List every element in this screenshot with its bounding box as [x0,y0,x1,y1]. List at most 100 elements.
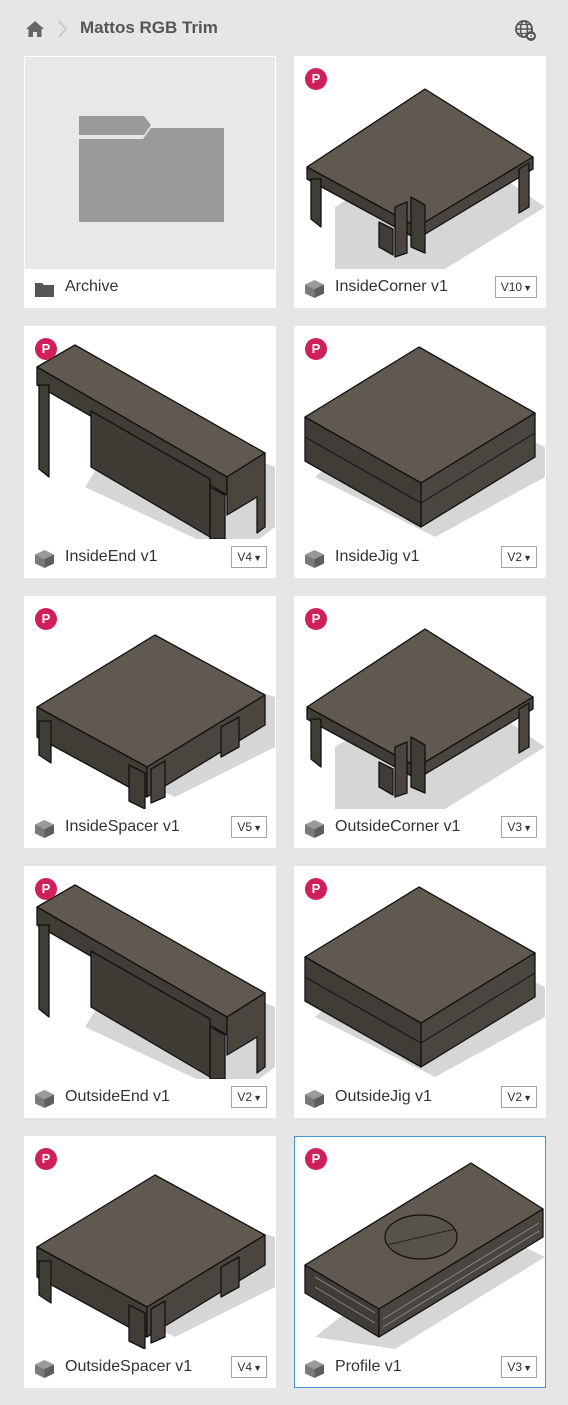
model-render [36,344,275,539]
design-cube-icon [305,820,324,838]
profile-badge: P [35,608,57,630]
design-cube-icon [305,1360,324,1378]
dropdown-arrow-icon: ▼ [253,823,262,833]
card-footer: OutsideCorner v1 V3▼ [295,809,545,847]
version-dropdown[interactable]: V3▼ [501,816,537,838]
version-label: V2 [507,1090,523,1104]
design-card-3[interactable]: P InsideJig v1 V2▼ [294,326,546,578]
version-dropdown[interactable]: V2▼ [501,1086,537,1108]
version-dropdown[interactable]: V4▼ [231,1356,267,1378]
card-footer: InsideEnd v1 V4▼ [25,539,275,577]
home-icon[interactable] [25,20,45,38]
version-dropdown[interactable]: V2▼ [501,546,537,568]
version-label: V10 [500,280,523,294]
dropdown-arrow-icon: ▼ [253,1363,262,1373]
model-thumbnail [25,597,275,809]
dropdown-arrow-icon: ▼ [523,1093,532,1103]
model-render [304,346,545,537]
version-label: V3 [507,1360,523,1374]
card-name: OutsideJig v1 [335,1088,432,1105]
card-name: Archive [65,278,119,295]
model-render [36,634,275,809]
page-title: Mattos RGB Trim [80,18,218,37]
version-dropdown[interactable]: V5▼ [231,816,267,838]
profile-badge: P [35,1148,57,1170]
version-dropdown[interactable]: V10▼ [494,276,537,298]
model-render [304,886,545,1077]
model-render [306,628,545,809]
model-thumbnail [295,1137,545,1349]
design-cube-icon [35,820,54,838]
design-cube-icon [305,550,324,568]
dropdown-arrow-icon: ▼ [253,553,262,563]
design-card-8[interactable]: P OutsideSpacer v1 V4▼ [24,1136,276,1388]
card-footer: Profile v1 V3▼ [295,1349,545,1387]
design-card-1[interactable]: P InsideCorner v1 V10▼ [294,56,546,308]
dropdown-arrow-icon: ▼ [523,823,532,833]
dropdown-arrow-icon: ▼ [523,283,532,293]
version-label: V2 [237,1090,253,1104]
card-footer: OutsideJig v1 V2▼ [295,1079,545,1117]
design-card-6[interactable]: P OutsideEnd v1 V2▼ [24,866,276,1118]
version-dropdown[interactable]: V2▼ [231,1086,267,1108]
profile-badge: P [305,338,327,360]
folder-card-archive[interactable]: Archive [24,56,276,308]
dropdown-arrow-icon: ▼ [253,1093,262,1103]
card-name: Profile v1 [335,1358,402,1375]
profile-badge: P [305,68,327,90]
design-card-7[interactable]: P OutsideJig v1 V2▼ [294,866,546,1118]
model-render [306,88,545,269]
version-label: V5 [237,820,253,834]
card-footer: OutsideSpacer v1 V4▼ [25,1349,275,1387]
design-cube-icon [305,1090,324,1108]
globe-view-icon[interactable] [513,18,537,42]
version-label: V4 [237,1360,253,1374]
model-thumbnail [25,1137,275,1349]
card-footer: OutsideEnd v1 V2▼ [25,1079,275,1117]
card-name: InsideSpacer v1 [65,818,180,835]
profile-badge: P [305,608,327,630]
model-render [304,1162,545,1349]
design-card-9[interactable]: P Profile v1 V3▼ [294,1136,546,1388]
card-name: InsideCorner v1 [335,278,448,295]
card-footer: InsideCorner v1 V10▼ [295,269,545,307]
model-thumbnail [295,597,545,809]
profile-badge: P [305,878,327,900]
version-label: V3 [507,820,523,834]
card-name: OutsideSpacer v1 [65,1358,193,1375]
design-card-4[interactable]: P InsideSpacer v1 V5▼ [24,596,276,848]
chevron-right-icon [58,20,68,38]
dropdown-arrow-icon: ▼ [523,1363,532,1373]
design-cube-icon [305,280,324,298]
model-thumbnail [295,57,545,269]
version-dropdown[interactable]: V4▼ [231,546,267,568]
card-name: InsideEnd v1 [65,548,158,565]
folder-thumbnail [25,57,275,269]
card-footer: Archive [25,269,275,307]
model-thumbnail [295,867,545,1079]
model-thumbnail [25,867,275,1079]
version-label: V2 [507,550,523,564]
card-footer: InsideSpacer v1 V5▼ [25,809,275,847]
card-name: OutsideCorner v1 [335,818,461,835]
card-footer: InsideJig v1 V2▼ [295,539,545,577]
design-cube-icon [35,550,54,568]
design-card-2[interactable]: P InsideEnd v1 V4▼ [24,326,276,578]
profile-badge: P [305,1148,327,1170]
version-label: V4 [237,550,253,564]
version-dropdown[interactable]: V3▼ [501,1356,537,1378]
design-cube-icon [35,1360,54,1378]
model-thumbnail [25,327,275,539]
breadcrumb: Mattos RGB Trim [0,0,568,56]
model-render [36,884,275,1079]
profile-badge: P [35,878,57,900]
model-thumbnail [295,327,545,539]
design-card-5[interactable]: P OutsideCorner v1 V3▼ [294,596,546,848]
profile-badge: P [35,338,57,360]
card-name: OutsideEnd v1 [65,1088,170,1105]
model-render [36,1174,275,1349]
dropdown-arrow-icon: ▼ [523,553,532,563]
card-name: InsideJig v1 [335,548,420,565]
folder-icon [35,283,54,297]
folder-large-icon [79,116,224,222]
